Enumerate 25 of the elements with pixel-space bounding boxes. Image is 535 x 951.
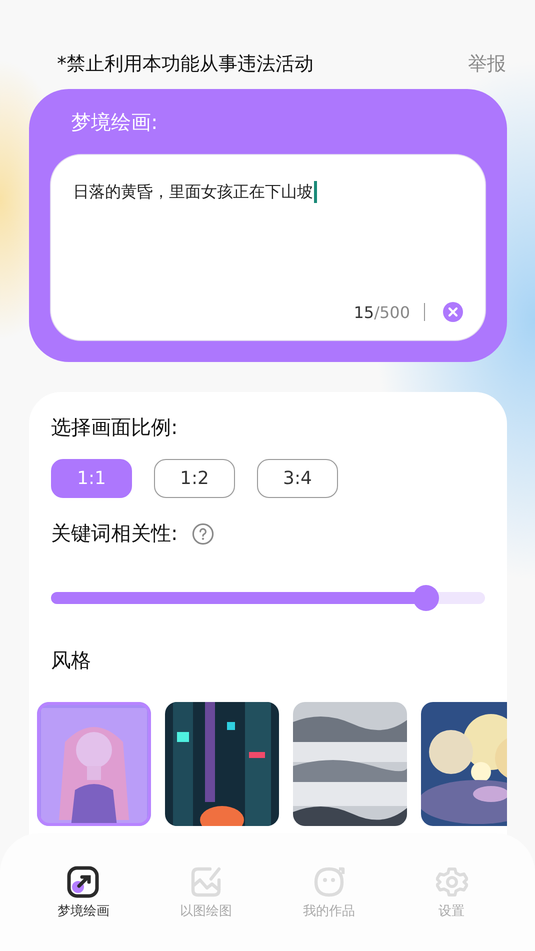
ratio-option[interactable]: 1:2 [154, 459, 235, 498]
nav-tab[interactable]: 梦境绘画 [22, 866, 145, 920]
smiley-icon [312, 866, 345, 898]
relevance-label: 关键词相关性: [51, 520, 178, 547]
nav-tab[interactable]: 我的作品 [268, 866, 390, 920]
clear-icon[interactable] [443, 302, 463, 322]
help-icon[interactable] [192, 522, 214, 544]
relevance-slider[interactable] [51, 585, 485, 611]
settings-icon [436, 866, 468, 898]
warning-text: *禁止利用本功能从事违法活动 [57, 52, 314, 77]
image-edit-icon [190, 866, 222, 898]
style-label: 风格 [51, 647, 92, 674]
prompt-input-field[interactable]: 日落的黄昏，里面女孩正在下山坡 15/500 [51, 155, 485, 340]
pencil-square-icon [67, 866, 100, 898]
ratio-label: 选择画面比例: [51, 414, 179, 441]
report-link[interactable]: 举报 [468, 51, 506, 77]
ratio-option[interactable]: 1:1 [51, 459, 132, 498]
nav-tab[interactable]: 设置 [390, 866, 513, 920]
ratio-option[interactable]: 3:4 [257, 459, 338, 498]
slider-thumb[interactable] [413, 585, 440, 611]
nav-tab[interactable]: 以图绘图 [144, 866, 268, 920]
card-title: 梦境绘画: [70, 109, 159, 135]
prompt-text: 日落的黄昏，里面女孩正在下山坡 [73, 182, 313, 202]
char-count: 15 [354, 302, 374, 322]
char-limit: /500 [374, 302, 410, 322]
